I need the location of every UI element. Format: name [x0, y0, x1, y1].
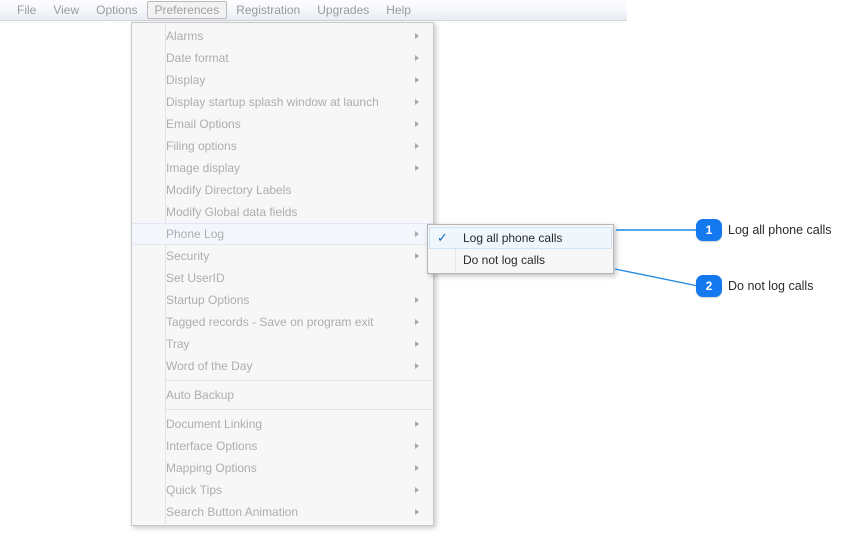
callout-label-1: Log all phone calls	[728, 223, 832, 237]
menu-item-label: Tagged records - Save on program exit	[166, 315, 374, 329]
menu-item[interactable]: Search Button Animation	[132, 501, 433, 523]
menu-item[interactable]: Auto Backup	[132, 384, 433, 406]
phone-log-submenu: ✓ Log all phone calls Do not log calls	[427, 224, 614, 274]
menu-item[interactable]: Email Options	[132, 113, 433, 135]
chevron-right-icon	[415, 509, 419, 515]
menu-item-label: Tray	[166, 337, 190, 351]
preferences-dropdown-menu: Alarms Date format Display Display startup …	[131, 22, 434, 526]
no-submenu-spacer	[415, 275, 419, 281]
chevron-right-icon	[415, 297, 419, 303]
menubar-item-help[interactable]: Help	[378, 1, 419, 19]
menu-item[interactable]: Display startup splash window at launch	[132, 91, 433, 113]
menu-item[interactable]: Image display	[132, 157, 433, 179]
menu-item[interactable]: Interface Options	[132, 435, 433, 457]
no-submenu-spacer	[415, 209, 419, 215]
menu-separator	[166, 409, 432, 410]
menu-item-label: Display	[166, 73, 206, 87]
chevron-right-icon	[415, 341, 419, 347]
chevron-right-icon	[415, 363, 419, 369]
menu-item-label: Image display	[166, 161, 241, 175]
menu-item-label: Word of the Day	[166, 359, 253, 373]
menu-item[interactable]: Startup Options	[132, 289, 433, 311]
chevron-right-icon	[415, 77, 419, 83]
check-icon: ✓	[437, 230, 448, 245]
chevron-right-icon	[415, 465, 419, 471]
menu-item-label: Email Options	[166, 117, 241, 131]
submenu-item[interactable]: Do not log calls	[428, 249, 613, 271]
chevron-right-icon	[415, 33, 419, 39]
menu-item-label: Modify Global data fields	[166, 205, 298, 219]
menu-item[interactable]: Set UserID	[132, 267, 433, 289]
menu-item-label: Search Button Animation	[166, 505, 299, 519]
menu-item-label: Modify Directory Labels	[166, 183, 292, 197]
callout-badge-1: 1	[696, 219, 722, 241]
chevron-right-icon	[415, 319, 419, 325]
menu-item[interactable]: Date format	[132, 47, 433, 69]
chevron-right-icon	[415, 487, 419, 493]
menu-item[interactable]: Tray	[132, 333, 433, 355]
menu-bar: File View Options Preferences Registrati…	[0, 0, 627, 21]
menu-item-label: Startup Options	[166, 293, 250, 307]
menu-item[interactable]: Security	[132, 245, 433, 267]
submenu-item-label: Log all phone calls	[463, 231, 563, 245]
chevron-right-icon	[415, 99, 419, 105]
submenu-item-label: Do not log calls	[463, 253, 546, 267]
menubar-item-preferences[interactable]: Preferences	[146, 1, 228, 19]
menu-item[interactable]: Word of the Day	[132, 355, 433, 377]
callout-label-2: Do not log calls	[728, 279, 814, 293]
chevron-right-icon	[415, 143, 419, 149]
menu-item-label: Auto Backup	[166, 388, 235, 402]
menubar-item-file[interactable]: File	[9, 1, 44, 19]
menu-item[interactable]: Modify Directory Labels	[132, 179, 433, 201]
menu-item[interactable]: Alarms	[132, 25, 433, 47]
menu-item[interactable]: Phone Log	[132, 223, 433, 245]
chevron-right-icon	[415, 121, 419, 127]
menu-item-label: Security	[166, 249, 210, 263]
menubar-item-registration[interactable]: Registration	[228, 1, 308, 19]
chevron-right-icon	[415, 165, 419, 171]
menu-item[interactable]: Document Linking	[132, 413, 433, 435]
menubar-item-view[interactable]: View	[45, 1, 87, 19]
chevron-right-icon	[415, 421, 419, 427]
submenu-item[interactable]: ✓ Log all phone calls	[429, 227, 612, 249]
menu-item[interactable]: Filing options	[132, 135, 433, 157]
menu-item[interactable]: Display	[132, 69, 433, 91]
leader-line-2	[614, 268, 699, 287]
menu-item-label: Set UserID	[166, 271, 225, 285]
menu-item-label: Filing options	[166, 139, 237, 153]
menu-item[interactable]: Quick Tips	[132, 479, 433, 501]
no-submenu-spacer	[415, 187, 419, 193]
menu-item-label: Mapping Options	[166, 461, 257, 475]
chevron-right-icon	[415, 55, 419, 61]
chevron-right-icon	[415, 443, 419, 449]
chevron-right-icon	[415, 253, 419, 259]
menu-item[interactable]: Mapping Options	[132, 457, 433, 479]
menubar-item-upgrades[interactable]: Upgrades	[309, 1, 377, 19]
menu-item-label: Document Linking	[166, 417, 263, 431]
no-submenu-spacer	[415, 392, 419, 398]
menu-item-label: Interface Options	[166, 439, 258, 453]
menu-item[interactable]: Tagged records - Save on program exit	[132, 311, 433, 333]
callout-badge-2: 2	[696, 275, 722, 297]
menu-item-label: Display startup splash window at launch	[166, 95, 379, 109]
menubar-item-options[interactable]: Options	[88, 1, 145, 19]
menu-separator	[166, 380, 432, 381]
menu-item-label: Alarms	[166, 29, 204, 43]
menu-item-label: Date format	[166, 51, 229, 65]
menu-item-label: Quick Tips	[166, 483, 223, 497]
menu-item-label: Phone Log	[166, 227, 225, 241]
chevron-right-icon	[415, 231, 419, 237]
menu-item[interactable]: Modify Global data fields	[132, 201, 433, 223]
